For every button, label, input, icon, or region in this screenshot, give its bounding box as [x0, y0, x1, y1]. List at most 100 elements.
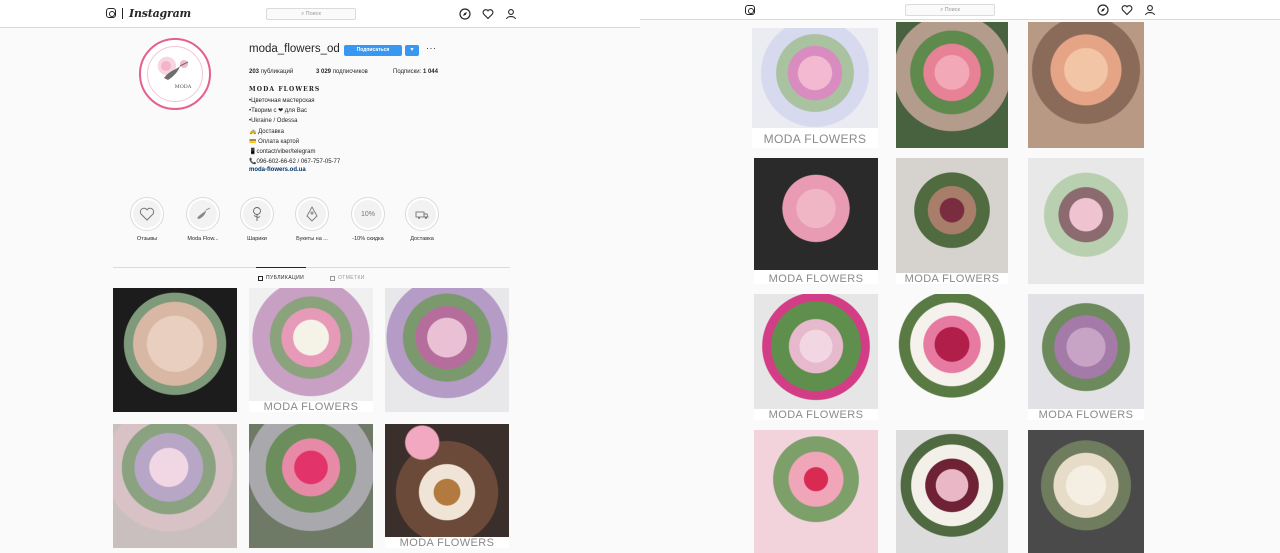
- instagram-logo-icon[interactable]: [745, 5, 755, 15]
- post-thumbnail[interactable]: [896, 294, 1008, 420]
- tab-posts[interactable]: ПУБЛИКАЦИИ: [258, 275, 304, 281]
- post-thumbnail[interactable]: MODA FLOWERS: [754, 294, 878, 420]
- bouquet-photo: [385, 288, 509, 412]
- bouquet-photo: [752, 28, 878, 128]
- grid-icon: [258, 275, 263, 281]
- post-thumbnail[interactable]: [1028, 430, 1144, 553]
- search-input[interactable]: ⌕ Поиск: [266, 8, 356, 20]
- highlight-reviews[interactable]: Отзывы: [122, 197, 172, 242]
- explore-compass-icon[interactable]: [459, 8, 471, 20]
- following-label: Подписки:: [393, 69, 422, 75]
- bio-line: •Цветочная мастерская: [249, 98, 315, 104]
- post-thumbnail[interactable]: [1028, 22, 1144, 148]
- instagram-wordmark[interactable]: Instagram: [129, 7, 191, 20]
- follow-button[interactable]: Подписаться: [344, 45, 402, 56]
- tab-tagged[interactable]: ОТМЕТКИ: [330, 275, 365, 281]
- posts-count-stat: 203 публикаций: [249, 69, 293, 75]
- suggestions-dropdown-button[interactable]: ▾: [405, 45, 419, 56]
- heart-icon: [139, 207, 155, 221]
- search-input[interactable]: ⌕ Поиск: [905, 4, 995, 16]
- tagged-icon: [330, 275, 335, 281]
- post-thumbnail[interactable]: MODA FLOWERS: [896, 158, 1008, 284]
- post-thumbnail[interactable]: [385, 288, 509, 412]
- bouquet-photo: [113, 424, 237, 548]
- bouquet-photo: [754, 430, 878, 553]
- active-tab-indicator: [256, 267, 306, 268]
- post-thumbnail[interactable]: MODA FLOWERS: [1028, 294, 1144, 420]
- bio-line: 💳 Оплата картой: [249, 138, 300, 145]
- bio-line: 🚕 Доставка: [249, 128, 284, 135]
- profile-page-right: ⌕ Поиск MODA FLOWERS MODA FLOWERS MODA F…: [640, 0, 1280, 553]
- more-options-button[interactable]: ···: [426, 43, 437, 53]
- highlight-label: Отзывы: [136, 236, 158, 242]
- profile-user-icon[interactable]: [1144, 4, 1156, 16]
- bouquet-photo: [896, 22, 1008, 148]
- tab-posts-label: ПУБЛИКАЦИИ: [266, 275, 305, 281]
- post-thumbnail[interactable]: [896, 22, 1008, 148]
- highlight-balloons[interactable]: Шарики: [232, 197, 282, 242]
- bouquet-photo: [1028, 430, 1144, 553]
- highlight-label: Букеты на ...: [296, 236, 328, 242]
- top-nav-bar: ⌕ Поиск: [640, 0, 1280, 20]
- bouquet-photo: [754, 158, 878, 270]
- followers-count-stat[interactable]: 3 029 подписчиков: [316, 69, 368, 75]
- post-thumbnail[interactable]: [896, 430, 1008, 553]
- discount-icon: 10%: [360, 210, 375, 218]
- post-thumbnail[interactable]: [249, 424, 373, 548]
- photo-watermark: MODA FLOWERS: [754, 409, 878, 420]
- bio-full-name: MODA FLOWERS: [249, 86, 321, 93]
- explore-compass-icon[interactable]: [1097, 4, 1109, 16]
- bio-line: 📱contact/viber/telegram: [249, 149, 316, 156]
- followers-label: подписчиков: [332, 69, 368, 75]
- highlight-moda-flowers[interactable]: Moda Flow...: [178, 197, 228, 242]
- tab-tagged-label: ОТМЕТКИ: [338, 275, 365, 281]
- hummingbird-icon: [161, 60, 189, 80]
- delivery-icon: [415, 211, 429, 219]
- post-thumbnail[interactable]: [113, 288, 237, 412]
- bouquet-photo: [1028, 294, 1144, 412]
- bouquet-photo: [1028, 22, 1144, 148]
- highlight-bouquets[interactable]: Букеты на ...: [287, 197, 337, 242]
- highlight-label: -10% скидка: [352, 236, 384, 242]
- highlight-discount[interactable]: 10% -10% скидка: [343, 197, 393, 242]
- bouquet-icon: [306, 206, 318, 222]
- bio-website-link[interactable]: moda-flowers.od.ua: [249, 167, 306, 173]
- photo-watermark: MODA FLOWERS: [752, 132, 878, 147]
- post-thumbnail[interactable]: MODA FLOWERS: [249, 288, 373, 412]
- bouquet-photo: [1028, 158, 1144, 284]
- bouquet-photo: [754, 294, 878, 410]
- bouquet-photo: [249, 424, 373, 548]
- avatar-logo-image: MODA: [147, 46, 203, 102]
- post-thumbnail[interactable]: [113, 424, 237, 548]
- activity-heart-icon[interactable]: [482, 8, 494, 20]
- rose-icon: [253, 207, 261, 221]
- bio-line: •Ukraine / Odessa: [249, 118, 298, 125]
- instagram-logo-icon[interactable]: [106, 8, 116, 18]
- following-count-stat[interactable]: Подписки: 1 044: [393, 69, 438, 75]
- post-thumbnail[interactable]: MODA FLOWERS: [754, 158, 878, 284]
- bouquet-photo: [249, 288, 373, 412]
- highlight-label: Moda Flow...: [187, 236, 219, 242]
- post-thumbnail[interactable]: [1028, 158, 1144, 284]
- photo-watermark: MODA FLOWERS: [1028, 409, 1144, 420]
- following-count: 1 044: [422, 69, 438, 75]
- tabs-divider: [113, 267, 510, 268]
- bio-text: •Цветочная мастерская •Творим с ❤ для Ва…: [249, 96, 340, 167]
- top-nav-bar: Instagram ⌕ Поиск: [0, 0, 640, 28]
- posts-count: 203: [249, 69, 260, 75]
- post-thumbnail[interactable]: MODA FLOWERS: [752, 28, 878, 148]
- highlight-delivery[interactable]: Доставка: [397, 197, 447, 242]
- highlight-label: Доставка: [410, 236, 434, 242]
- profile-avatar[interactable]: MODA: [139, 38, 211, 110]
- post-thumbnail[interactable]: [754, 430, 878, 553]
- avatar-brand-text: MODA: [174, 84, 192, 90]
- photo-watermark: MODA FLOWERS: [896, 273, 1008, 284]
- followers-count: 3 029: [316, 69, 332, 75]
- post-thumbnail[interactable]: MODA FLOWERS: [385, 424, 509, 548]
- profile-user-icon[interactable]: [505, 8, 517, 20]
- highlight-label: Шарики: [247, 236, 267, 242]
- bouquet-photo: [896, 430, 1008, 553]
- photo-watermark: MODA FLOWERS: [754, 273, 878, 284]
- activity-heart-icon[interactable]: [1121, 4, 1133, 16]
- bouquet-photo: [896, 158, 1008, 274]
